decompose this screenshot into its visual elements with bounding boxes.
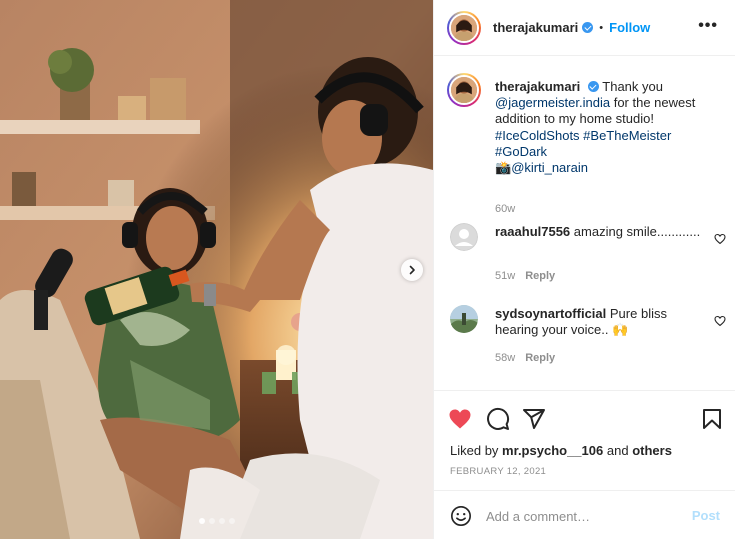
- caption-avatar[interactable]: [447, 73, 481, 107]
- reply-button[interactable]: Reply: [525, 352, 555, 364]
- post-date: FEBRUARY 12, 2021: [450, 466, 547, 477]
- caption-age: 60w: [495, 203, 516, 215]
- comments-list[interactable]: therajakumari Thank you @jagermeister.in…: [434, 57, 735, 390]
- default-avatar-icon: [450, 223, 478, 251]
- carousel-dot: [228, 518, 235, 524]
- avatar-image: [451, 77, 477, 103]
- post-sidebar: therajakumari • Follow ••• therajakumari: [433, 0, 735, 539]
- next-image-button[interactable]: [401, 259, 423, 281]
- post-comment-button[interactable]: Post: [692, 508, 720, 523]
- liked-prefix: Liked by: [450, 443, 499, 458]
- comment-age: 51w: [495, 270, 516, 282]
- caption-username[interactable]: therajakumari: [495, 79, 580, 94]
- caption-mention[interactable]: @jagermeister.india: [495, 95, 610, 110]
- header-separator: •: [599, 21, 604, 34]
- liked-by-user[interactable]: mr.psycho__106: [502, 443, 603, 458]
- liked-and: and: [606, 443, 629, 458]
- add-comment-bar: Post: [434, 490, 735, 539]
- post-header: therajakumari • Follow •••: [434, 0, 735, 56]
- caption-hashtags[interactable]: #IceColdShots #BeTheMeister #GoDark: [495, 128, 671, 159]
- comment-avatar[interactable]: [450, 223, 478, 251]
- chevron-right-icon: [409, 265, 415, 275]
- author-username[interactable]: therajakumari: [493, 20, 578, 35]
- emoji-smiley-icon[interactable]: [450, 505, 472, 527]
- carousel-indicator: [0, 518, 433, 524]
- avatar-image: [451, 14, 477, 41]
- comment-input[interactable]: [486, 505, 676, 527]
- save-bookmark-icon[interactable]: [700, 407, 724, 431]
- post-photo-image: [0, 0, 433, 539]
- comment-body: amazing smile............: [573, 224, 701, 239]
- carousel-dot: [208, 518, 215, 524]
- author-avatar[interactable]: [447, 10, 481, 45]
- verified-badge-icon: [582, 22, 594, 33]
- post-actions: Liked by mr.psycho__106 and others FEBRU…: [434, 390, 735, 490]
- comment-meta: 51w Reply: [495, 270, 555, 282]
- like-heart-icon[interactable]: [448, 407, 472, 431]
- raised-hands-emoji-icon: 🙌: [612, 322, 629, 338]
- comment-text: raaahul7556 amazing smile............: [495, 224, 709, 240]
- liked-others[interactable]: others: [632, 443, 672, 458]
- carousel-dot: [218, 518, 225, 524]
- comment-age: 58w: [495, 352, 516, 364]
- comment-text: sydsoynartofficial Pure bliss hearing yo…: [495, 306, 709, 338]
- verified-badge-icon: [587, 81, 599, 92]
- more-options-icon[interactable]: •••: [698, 18, 718, 34]
- like-comment-heart-icon[interactable]: [714, 315, 726, 327]
- liked-by-text: Liked by mr.psycho__106 and others: [450, 443, 672, 458]
- comment-username[interactable]: sydsoynartofficial: [495, 306, 606, 321]
- caption-text: therajakumari Thank you @jagermeister.in…: [495, 79, 721, 176]
- share-paper-plane-icon[interactable]: [522, 407, 546, 431]
- comment-bubble-icon[interactable]: [486, 407, 510, 431]
- avatar-image: [450, 305, 478, 333]
- post-photo[interactable]: [0, 0, 433, 539]
- caption-credit[interactable]: @kirti_narain: [511, 160, 588, 175]
- reply-button[interactable]: Reply: [525, 270, 555, 282]
- follow-button[interactable]: Follow: [609, 20, 650, 35]
- carousel-dot-active: [198, 518, 205, 524]
- comment-username[interactable]: raaahul7556: [495, 224, 570, 239]
- caption-text-1: Thank you: [602, 79, 663, 94]
- like-comment-heart-icon[interactable]: [714, 233, 726, 245]
- camera-emoji-icon: 📸: [495, 160, 512, 176]
- comment-avatar[interactable]: [450, 305, 478, 333]
- comment-meta: 58w Reply: [495, 352, 555, 364]
